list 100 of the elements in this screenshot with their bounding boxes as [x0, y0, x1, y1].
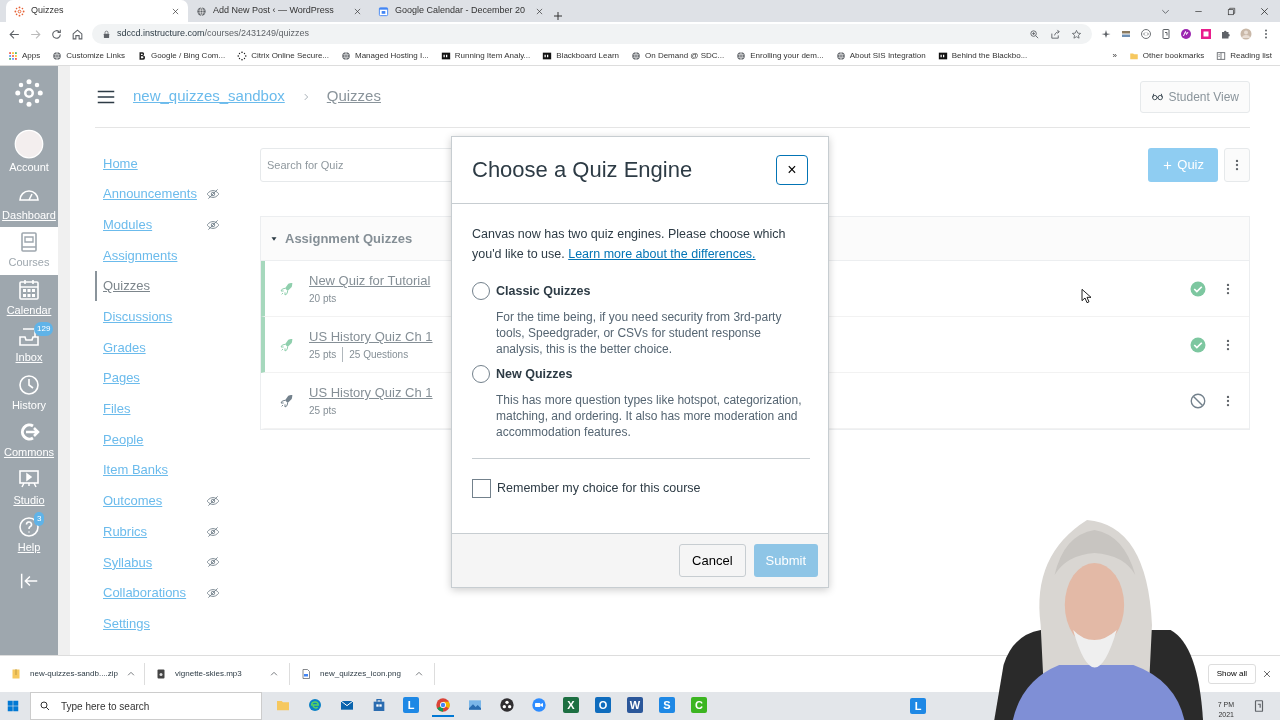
radio-option[interactable]: Classic Quizzes — [472, 282, 808, 301]
taskbar-search-field[interactable]: Type here to search — [30, 692, 262, 720]
course-nav-link[interactable]: Modules — [103, 214, 153, 235]
windows-start-icon[interactable] — [6, 699, 20, 713]
learn-more-link[interactable]: Learn more about the differences. — [568, 247, 756, 261]
cancel-button[interactable]: Cancel — [679, 543, 746, 578]
download-item[interactable]: new_quizzes_icon.png — [290, 663, 435, 685]
student-view-button[interactable]: Student View — [1139, 80, 1250, 113]
close-icon[interactable] — [171, 6, 180, 16]
quiz-title-link[interactable]: US History Quiz Ch 1 — [309, 327, 433, 347]
app-tile-icon[interactable]: X — [563, 697, 579, 713]
quiz-title-link[interactable]: US History Quiz Ch 1 — [309, 383, 433, 403]
books-icon[interactable] — [1120, 28, 1132, 40]
global-nav-item[interactable]: Dashboard — [0, 179, 58, 227]
extension-icon[interactable] — [1180, 28, 1192, 40]
canvas-logo-icon[interactable] — [14, 78, 44, 108]
bookmark[interactable]: Blackboard Learn — [542, 49, 619, 62]
bookmark[interactable]: Apps — [8, 49, 41, 62]
course-nav-link[interactable]: Announcements — [103, 184, 197, 204]
star-icon[interactable] — [1071, 28, 1082, 40]
browser-tab[interactable]: Google Calendar - December 20 — [370, 0, 552, 22]
bookmark[interactable]: About SIS Integration — [835, 49, 926, 62]
global-nav-item[interactable]: Courses — [0, 227, 58, 275]
global-nav-item[interactable]: Inbox 129 — [0, 322, 58, 370]
browser-tab[interactable]: Quizzes — [6, 0, 188, 22]
course-nav-link[interactable]: Assignments — [103, 245, 178, 266]
bookmark[interactable]: Behind the Blackbo... — [937, 49, 1028, 62]
home-icon[interactable] — [71, 27, 84, 41]
published-check-icon[interactable] — [1189, 335, 1207, 354]
plus-icon — [1162, 159, 1174, 171]
close-icon[interactable] — [1259, 5, 1270, 17]
puzzle-icon[interactable] — [1220, 28, 1232, 40]
app-tile-icon[interactable]: C — [691, 697, 707, 713]
global-nav-item[interactable]: Studio — [0, 464, 58, 512]
recorder-icon[interactable] — [499, 697, 515, 713]
video-camera-icon[interactable] — [531, 697, 547, 713]
browser-icon[interactable] — [307, 697, 323, 713]
bookmark[interactable]: On Demand @ SDC... — [631, 49, 725, 62]
count-badge: 3 — [34, 512, 45, 526]
share-icon[interactable] — [1050, 28, 1061, 40]
global-nav-item[interactable]: Calendar — [0, 274, 58, 322]
bookmark[interactable]: Running Item Analy... — [440, 49, 531, 62]
bookmark[interactable]: Managed Hosting I... — [341, 49, 429, 62]
course-nav-link[interactable]: People — [103, 429, 144, 450]
bookmark[interactable]: Citrix Online Secure... — [237, 49, 329, 62]
reload-icon[interactable] — [50, 27, 63, 41]
radio-option[interactable]: New Quizzes — [472, 364, 808, 384]
course-nav-link[interactable]: Collaborations — [103, 583, 187, 603]
address-bar[interactable]: sdccd.instructure.com/courses/2431249/quizzes — [92, 24, 1092, 44]
course-nav-link[interactable]: Quizzes — [103, 276, 150, 296]
store-icon[interactable] — [371, 697, 387, 713]
app-tile-icon[interactable]: L — [403, 697, 419, 713]
app-tile-icon[interactable]: O — [595, 697, 611, 713]
download-item[interactable]: vignette-skies.mp3 — [145, 663, 290, 685]
course-nav-link[interactable]: Files — [103, 399, 131, 419]
app-tile-icon[interactable]: L — [910, 698, 926, 714]
quiz-title-link[interactable]: New Quiz for Tutorial — [309, 271, 431, 291]
extension-icon[interactable] — [1200, 28, 1212, 40]
course-nav-link[interactable]: Outcomes — [103, 491, 163, 511]
photo-icon[interactable] — [467, 697, 483, 713]
bookmark[interactable]: Other bookmarks — [1128, 49, 1205, 62]
document-icon[interactable] — [1160, 28, 1172, 40]
zoom-icon[interactable] — [1029, 28, 1040, 40]
reading-list[interactable]: Reading list — [1216, 49, 1272, 62]
restore-icon[interactable] — [1226, 5, 1237, 17]
checkbox[interactable] — [472, 478, 491, 498]
course-nav-link[interactable]: Grades — [103, 337, 146, 358]
course-nav-link[interactable]: Settings — [103, 613, 150, 634]
course-nav-link[interactable]: Syllabus — [103, 552, 153, 573]
course-nav-link[interactable]: Discussions — [103, 307, 173, 327]
bookmark[interactable]: Google / Bing Com... — [136, 49, 226, 62]
checkbox-label[interactable]: Remember my choice for this course — [497, 478, 701, 498]
unpublished-icon[interactable] — [1189, 391, 1207, 410]
course-nav-link[interactable]: Home — [103, 153, 138, 174]
close-icon[interactable] — [353, 6, 362, 16]
close-icon[interactable] — [535, 6, 544, 16]
chrome-icon[interactable] — [435, 697, 451, 713]
course-nav-link[interactable]: Item Banks — [103, 460, 169, 480]
breadcrumb-link[interactable]: new_quizzes_sandbox — [133, 85, 285, 108]
browser-tab[interactable]: Add New Post ‹ — WordPress — [188, 0, 370, 22]
course-nav-link[interactable]: Rubrics — [103, 521, 148, 542]
course-nav-link[interactable]: Pages — [103, 368, 140, 388]
breadcrumb-link[interactable]: Quizzes — [326, 85, 381, 108]
bookmark[interactable]: Enrolling your dem... — [736, 49, 824, 62]
app-tile-icon[interactable]: W — [627, 697, 643, 713]
more-bookmarks[interactable]: » — [1112, 49, 1117, 62]
global-nav-item[interactable]: Commons — [0, 417, 58, 465]
close-icon[interactable] — [1262, 669, 1272, 679]
back-arrow-icon[interactable] — [8, 27, 21, 41]
show-all-button[interactable]: Show all — [1207, 664, 1256, 684]
global-nav-item[interactable]: Help 3 — [0, 512, 58, 560]
global-nav-item[interactable]: Account — [0, 126, 58, 180]
published-check-icon[interactable] — [1189, 279, 1207, 298]
app-tile-icon[interactable]: S — [659, 697, 675, 713]
download-item[interactable]: new-quizzes-sandb....zip — [0, 663, 145, 685]
bookmark[interactable]: Customize Links — [52, 49, 125, 62]
new-tab-icon[interactable] — [552, 10, 564, 22]
scrollbar[interactable] — [58, 66, 70, 655]
global-nav-item[interactable]: History — [0, 369, 58, 417]
close-button[interactable]: × — [776, 155, 808, 185]
